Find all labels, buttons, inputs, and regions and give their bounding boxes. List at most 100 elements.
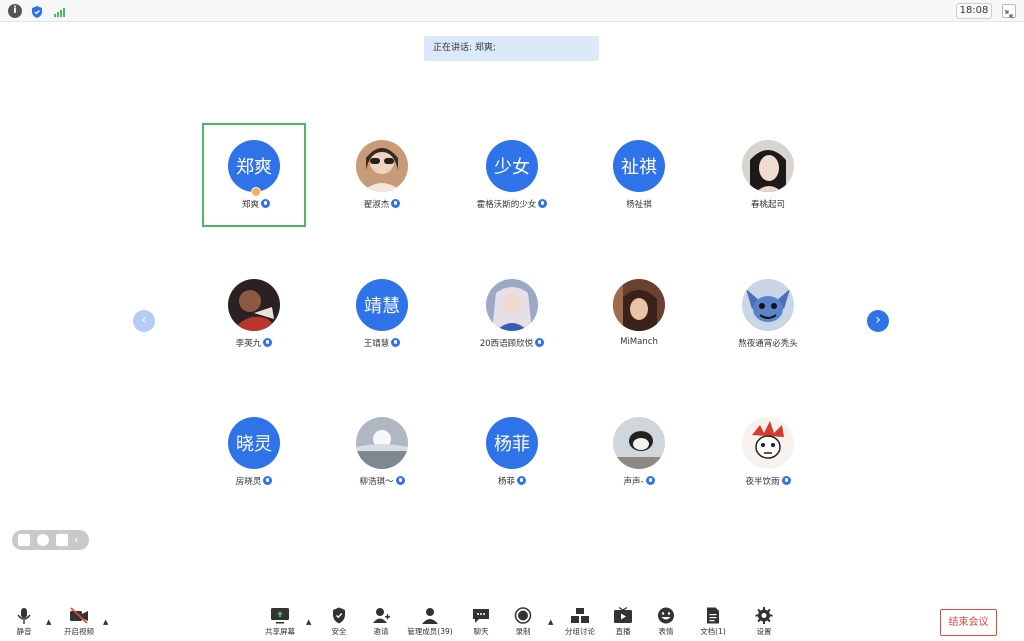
- live-stream-icon: [613, 606, 633, 624]
- avatar: [613, 417, 665, 469]
- members-icon: [420, 607, 440, 624]
- speaking-banner: 正在讲话: 郑爽;: [424, 36, 599, 61]
- video-label: 开启视频: [64, 627, 94, 636]
- avatar-initials: 祉祺: [621, 157, 657, 178]
- chat-bubble-icon[interactable]: [56, 534, 68, 546]
- participant-tile[interactable]: 20西语顾欣悦: [460, 262, 564, 366]
- avatar-initials: 晓灵: [236, 434, 272, 455]
- mute-label: 静音: [16, 627, 32, 636]
- collapse-icon[interactable]: [1002, 4, 1016, 19]
- participant-tile[interactable]: 祉祺 杨祉祺: [587, 123, 691, 227]
- manage-members-label: 管理成员(39): [407, 627, 453, 636]
- avatar: [742, 279, 794, 331]
- gear-icon: [754, 607, 774, 624]
- mic-icon: [538, 199, 548, 208]
- avatar: 晓灵: [228, 417, 280, 469]
- participant-name: 杨祉祺: [626, 200, 652, 210]
- share-screen-icon: [270, 607, 290, 624]
- breakout-rooms-button[interactable]: 分组讨论: [563, 607, 597, 639]
- shield-icon[interactable]: [30, 4, 44, 18]
- breakout-rooms-icon: [570, 607, 590, 624]
- participant-name: 熬夜通宵必秃头: [738, 339, 798, 349]
- participant-tile[interactable]: 靖慧 王靖慧: [330, 262, 434, 366]
- previous-page-button[interactable]: ‹: [133, 310, 155, 332]
- top-bar: i 18:08: [0, 0, 1024, 22]
- video-off-icon: [69, 607, 89, 624]
- participant-tile[interactable]: 春桃起司: [716, 123, 820, 227]
- record-button[interactable]: 录制: [511, 607, 535, 639]
- participant-name: 郑爽: [241, 200, 259, 210]
- participant-tile[interactable]: 声声-: [587, 400, 691, 504]
- participant-tile[interactable]: 杨菲 杨菲: [460, 400, 564, 504]
- avatar: 祉祺: [613, 140, 665, 192]
- avatar: [486, 279, 538, 331]
- share-screen-label: 共享屏幕: [265, 627, 295, 636]
- time-display: 18:08: [956, 3, 992, 19]
- video-button[interactable]: 开启视频: [62, 607, 96, 639]
- signal-icon[interactable]: [52, 4, 66, 18]
- avatar: [742, 140, 794, 192]
- participant-name: 李英九: [235, 339, 262, 349]
- participant-tile[interactable]: 翟淑杰: [330, 123, 434, 227]
- avatar: [228, 279, 280, 331]
- share-screen-button[interactable]: 共享屏幕: [264, 607, 296, 639]
- invite-button[interactable]: 邀请: [369, 607, 393, 639]
- add-user-icon: [371, 607, 391, 624]
- participant-tile[interactable]: 熬夜通宵必秃头: [716, 262, 820, 366]
- mute-button[interactable]: 静音: [12, 607, 36, 639]
- participant-name: 声声-: [623, 477, 644, 487]
- chat-label: 聊天: [473, 627, 489, 636]
- avatar-initials: 郑爽: [236, 157, 272, 178]
- shield-icon: [329, 607, 349, 624]
- documents-label: 文档(1): [700, 627, 726, 636]
- chevron-up-icon[interactable]: ▲: [306, 618, 314, 626]
- participant-tile[interactable]: 柳浩琪～: [330, 400, 434, 504]
- participant-name: 夜半饮雨: [745, 477, 780, 487]
- next-page-button[interactable]: ›: [867, 310, 889, 332]
- hand-raised-icon: [251, 187, 261, 197]
- end-meeting-button[interactable]: 结束会议: [940, 609, 997, 636]
- participant-tile[interactable]: 李英九: [202, 262, 306, 366]
- participant-tile[interactable]: 少女 霍格沃斯的少女: [460, 123, 564, 227]
- participant-name: 翟淑杰: [363, 200, 390, 210]
- avatar: 郑爽: [228, 140, 280, 192]
- avatar: 少女: [486, 140, 538, 192]
- security-button[interactable]: 安全: [327, 607, 351, 639]
- breakout-rooms-label: 分组讨论: [565, 627, 595, 636]
- participant-name: 柳浩琪～: [359, 477, 394, 487]
- chevron-up-icon[interactable]: ▲: [103, 618, 111, 626]
- chevron-up-icon[interactable]: ▲: [46, 618, 54, 626]
- microphone-icon: [14, 607, 34, 624]
- documents-button[interactable]: 文档(1): [699, 607, 727, 639]
- invite-label: 邀请: [373, 627, 389, 636]
- emoji-icon: [656, 607, 676, 624]
- mic-icon: [517, 476, 526, 485]
- participant-name: 王靖慧: [363, 339, 390, 349]
- reactions-button[interactable]: 表情: [654, 607, 678, 639]
- chevron-left-icon[interactable]: ‹: [74, 534, 86, 546]
- mic-icon: [645, 476, 655, 485]
- layout-icon[interactable]: [18, 534, 30, 546]
- manage-members-button[interactable]: 管理成员(39): [407, 607, 453, 639]
- participant-name: 霍格沃斯的少女: [476, 200, 537, 210]
- avatar: [356, 417, 408, 469]
- participant-name: 房晓灵: [235, 477, 262, 487]
- participant-tile[interactable]: MiManch: [587, 262, 691, 366]
- mic-icon: [781, 476, 791, 485]
- bottom-toolbar: 静音 ▲ 开启视频 ▲ 共享屏幕 ▲ 安全 邀请 管理成员(39) 聊天 录制 …: [0, 600, 1024, 641]
- chevron-up-icon[interactable]: ▲: [548, 618, 556, 626]
- participant-tile[interactable]: 夜半饮雨: [716, 400, 820, 504]
- participant-tile[interactable]: 晓灵 房晓灵: [202, 400, 306, 504]
- mic-icon: [261, 199, 270, 208]
- settings-button[interactable]: 设置: [752, 607, 776, 639]
- info-icon[interactable]: i: [8, 4, 22, 18]
- emoji-icon[interactable]: [37, 534, 49, 546]
- participant-tile[interactable]: 郑爽 郑爽: [202, 123, 306, 227]
- chat-button[interactable]: 聊天: [469, 607, 493, 639]
- avatar: 靖慧: [356, 279, 408, 331]
- live-stream-button[interactable]: 直播: [611, 606, 635, 639]
- participant-name: 春桃起司: [750, 200, 785, 210]
- participant-name: 20西语顾欣悦: [479, 339, 534, 349]
- participant-name: 杨菲: [497, 477, 515, 487]
- record-icon: [513, 607, 533, 624]
